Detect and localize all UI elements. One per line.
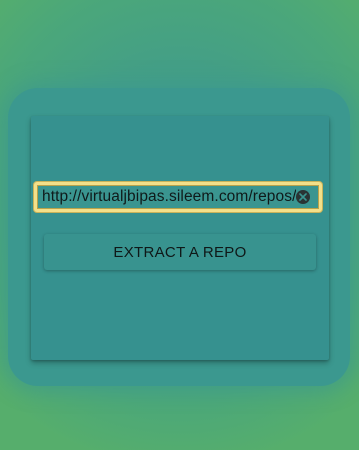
repo-url-input-text[interactable]: http://virtualjbipas.sileem.com/repos/ xyxy=(37,188,296,206)
extract-repo-button[interactable]: EXTRACT A REPO xyxy=(44,234,316,270)
repo-url-field[interactable]: http://virtualjbipas.sileem.com/repos/ xyxy=(34,182,322,212)
extract-repo-card: http://virtualjbipas.sileem.com/repos/ E… xyxy=(31,116,329,360)
clear-icon[interactable] xyxy=(296,190,310,204)
